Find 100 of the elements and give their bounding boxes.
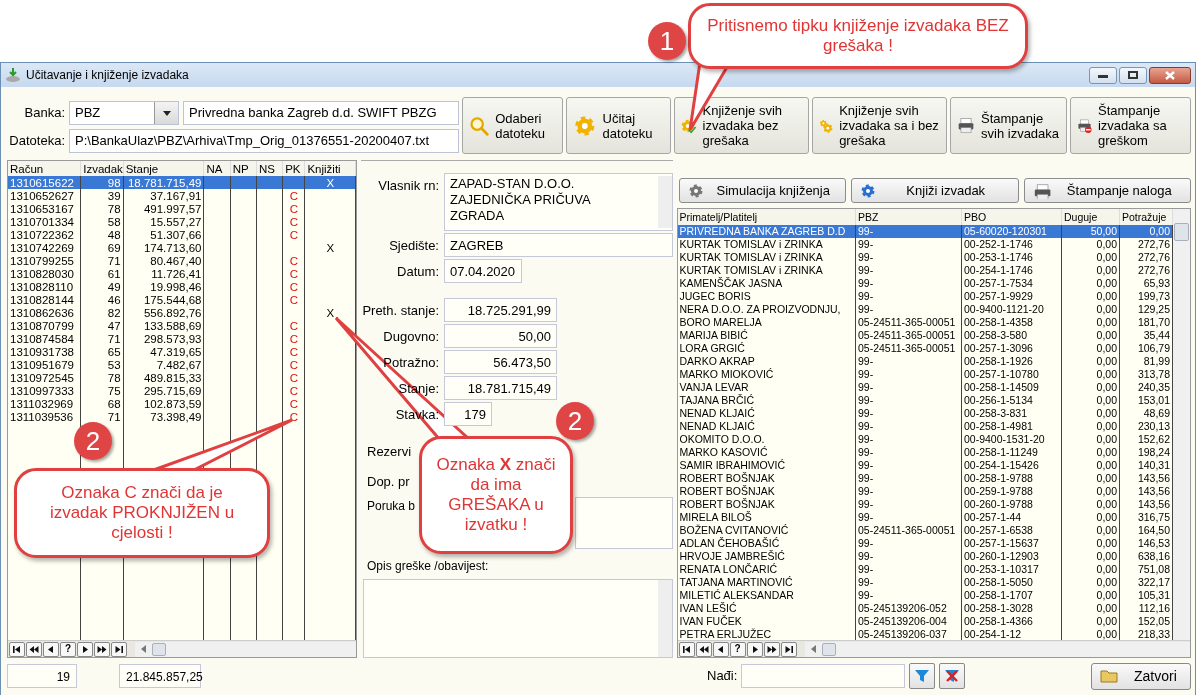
column-header[interactable]: Primatelj/Platitelj	[677, 209, 856, 225]
table-cell: 1310701334	[8, 215, 81, 229]
navigator-button[interactable]	[77, 641, 93, 657]
column-header[interactable]: Knjižiti	[304, 161, 356, 177]
horizontal-scrollbar[interactable]	[135, 641, 356, 657]
toolbar-button[interactable]: Knjiženje svih izvadaka bez grešaka	[674, 97, 809, 154]
column-header[interactable]: Potražuje	[1119, 209, 1173, 225]
table-cell: C	[282, 332, 305, 346]
first-arrow-icon	[681, 644, 692, 654]
action-button[interactable]: Simulacija knjiženja	[678, 178, 846, 204]
amount-field[interactable]: 50,00	[444, 324, 557, 349]
table-cell: 18.781.715,49	[123, 176, 204, 190]
column-header[interactable]: Račun	[8, 161, 81, 177]
file-path-field[interactable]: P:\BankaUlaz\PBZ\Arhiva\Tmp_Orig_01376551-20200407.txt	[69, 129, 459, 153]
maximize-icon	[1128, 71, 1138, 79]
table-cell: 0,00	[1061, 497, 1120, 511]
bank-name-field[interactable]: Privredna banka Zagreb d.d. SWIFT PBZG	[183, 101, 459, 125]
navigator-button[interactable]	[43, 641, 59, 657]
table-cell: 00-256-1-5134	[961, 393, 1062, 407]
amount-field[interactable]: 179	[444, 402, 492, 427]
close-button[interactable]	[1149, 66, 1191, 84]
table-cell: 49	[80, 280, 124, 294]
amount-field[interactable]: 56.473,50	[444, 350, 557, 375]
column-header[interactable]: PBZ	[855, 209, 962, 225]
navigator-button[interactable]	[780, 641, 797, 657]
table-cell: 00-254-1-15426	[961, 458, 1062, 472]
vertical-scrollbar[interactable]	[1173, 209, 1190, 641]
maximize-button[interactable]	[1119, 66, 1147, 84]
scrollbar-thumb[interactable]	[821, 642, 836, 656]
navigator-button[interactable]	[9, 641, 25, 657]
scrollbar-thumb[interactable]	[1174, 223, 1189, 242]
column-header[interactable]: Stanje	[123, 161, 204, 177]
table-cell: 99-	[855, 419, 962, 433]
table-cell: 146,53	[1119, 536, 1173, 550]
left-arrow-icon	[810, 645, 816, 654]
column-header[interactable]: Duguje	[1061, 209, 1120, 225]
column-header[interactable]: Izvadak	[80, 161, 124, 177]
table-cell: 00-258-1-4358	[961, 315, 1062, 329]
table-cell: 199,73	[1119, 289, 1173, 303]
column-header[interactable]: PK	[282, 161, 305, 177]
table-cell: C	[282, 384, 305, 398]
table-cell: 1310828030	[8, 267, 81, 281]
last-arrow-icon	[783, 644, 794, 654]
table-cell: 99-	[855, 250, 962, 264]
action-button[interactable]: Knjiži izvadak	[851, 178, 1019, 204]
navigator-button[interactable]	[94, 641, 110, 657]
close-icon	[1165, 70, 1175, 80]
vertical-scrollbar[interactable]	[657, 176, 672, 229]
column-header[interactable]: PBO	[961, 209, 1062, 225]
table-cell: 99-	[855, 289, 962, 303]
navigator-button[interactable]: ?	[60, 641, 76, 657]
amount-field[interactable]: 18.781.715,49	[444, 376, 557, 401]
table-cell: 0,00	[1061, 341, 1120, 355]
navigator-button[interactable]	[746, 641, 763, 657]
navigator-button[interactable]	[695, 641, 712, 657]
navigator-button[interactable]	[712, 641, 729, 657]
scrollbar-thumb[interactable]	[152, 642, 166, 656]
close-window-button[interactable]: Zatvori	[1091, 662, 1191, 690]
table-cell: 00-258-1-4981	[961, 419, 1062, 433]
callout-text: Oznaka X znači da ima GREŠAKA u izvatku !	[435, 455, 557, 535]
horizontal-scrollbar[interactable]	[804, 641, 1190, 657]
table-cell: 05-24511-365-00051	[855, 315, 962, 329]
date-field[interactable]: 07.04.2020	[444, 259, 522, 284]
table-cell: 75	[80, 384, 124, 398]
navigator-button[interactable]	[111, 641, 127, 657]
clear-filter-button[interactable]	[939, 663, 966, 690]
search-field[interactable]	[741, 664, 906, 689]
filter-button[interactable]	[909, 663, 936, 690]
toolbar-button[interactable]: Odaberi datoteku	[462, 97, 563, 154]
bank-dropdown[interactable]: PBZ	[69, 101, 179, 125]
action-button[interactable]: Štampanje naloga	[1023, 178, 1191, 204]
table-cell: 11.726,41	[123, 267, 204, 281]
seat-field[interactable]: ZAGREB	[444, 233, 673, 258]
field-label: Vlasnik rn:	[377, 177, 439, 196]
navigator-button[interactable]	[26, 641, 42, 657]
navigator-button[interactable]	[763, 641, 780, 657]
table-cell: 0,00	[1061, 471, 1120, 485]
table-cell: 99-	[855, 263, 962, 277]
toolbar-button[interactable]: Učitaj datoteku	[566, 97, 671, 154]
table-cell: 133.588,69	[123, 319, 204, 333]
table-cell: 112,16	[1119, 601, 1173, 615]
column-header[interactable]: NA	[203, 161, 231, 177]
minimize-button[interactable]	[1089, 66, 1117, 84]
vertical-scrollbar[interactable]	[657, 580, 672, 658]
table-cell: IVAN FUČEK	[677, 614, 856, 628]
dropdown-button[interactable]	[154, 102, 178, 124]
left-arrow-icon	[141, 645, 146, 654]
table-cell: 0,00	[1061, 328, 1120, 342]
toolbar-button[interactable]: Štampanje svih izvadaka	[950, 97, 1067, 154]
navigator-button[interactable]	[678, 641, 695, 657]
toolbar-button[interactable]: Štampanje izvadaka sa greškom	[1070, 97, 1191, 154]
amount-field[interactable]: 18.725.291,99	[444, 298, 557, 323]
navigator-button[interactable]: ?	[729, 641, 746, 657]
owner-field[interactable]: ZAPAD-STAN D.O.O. ZAJEDNIČKA PRIČUVA ZGRADA	[444, 173, 673, 232]
column-header[interactable]: NP	[230, 161, 257, 177]
table-cell: 1310862636	[8, 306, 81, 320]
table-cell: 73.398,49	[123, 410, 204, 424]
table-cell: 99-	[855, 562, 962, 576]
toolbar-button[interactable]: Knjiženje svih izvadaka sa i bez grešaka	[812, 97, 947, 154]
column-header[interactable]: NS	[256, 161, 283, 177]
